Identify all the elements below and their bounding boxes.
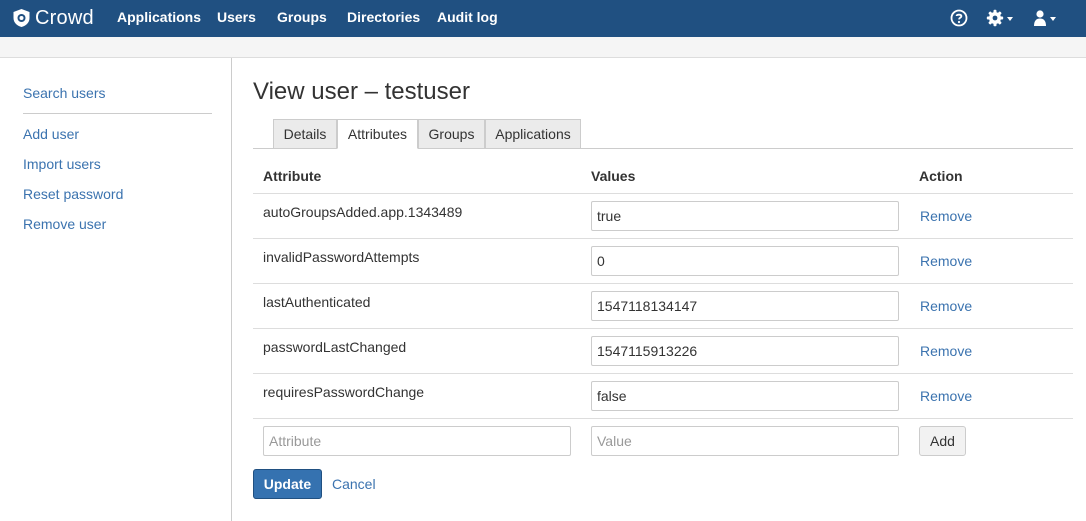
table-divider xyxy=(253,283,1073,284)
top-navigation-bar: Crowd Applications Users Groups Director… xyxy=(0,0,1086,37)
gear-icon xyxy=(986,9,1004,27)
nav-groups[interactable]: Groups xyxy=(277,0,327,37)
help-button[interactable] xyxy=(950,7,968,29)
attribute-name: lastAuthenticated xyxy=(263,294,371,310)
sidebar-item-import-users[interactable]: Import users xyxy=(23,156,101,172)
attribute-value-input[interactable] xyxy=(591,291,899,321)
sidebar-item-remove-user[interactable]: Remove user xyxy=(23,216,106,232)
nav-directories[interactable]: Directories xyxy=(347,0,420,37)
table-divider xyxy=(253,373,1073,374)
attribute-value-input[interactable] xyxy=(591,336,899,366)
tab-applications[interactable]: Applications xyxy=(485,119,581,149)
attribute-name: autoGroupsAdded.app.1343489 xyxy=(263,204,463,220)
column-header-action: Action xyxy=(919,168,963,184)
remove-attribute-link[interactable]: Remove xyxy=(920,208,972,224)
attribute-value-input[interactable] xyxy=(591,201,899,231)
attribute-name: passwordLastChanged xyxy=(263,339,407,355)
attribute-name: requiresPasswordChange xyxy=(263,384,425,400)
add-attribute-button[interactable]: Add xyxy=(919,426,966,456)
sidebar-item-add-user[interactable]: Add user xyxy=(23,126,79,142)
nav-users[interactable]: Users xyxy=(217,0,256,37)
attribute-value-input[interactable] xyxy=(591,381,899,411)
sidebar-divider xyxy=(23,113,212,114)
table-divider xyxy=(253,193,1073,194)
sidebar-item-reset-password[interactable]: Reset password xyxy=(23,186,123,202)
tab-attributes[interactable]: Attributes xyxy=(337,119,418,149)
nav-applications[interactable]: Applications xyxy=(117,0,201,37)
settings-menu-button[interactable] xyxy=(986,7,1013,29)
help-icon xyxy=(950,9,968,27)
cancel-link[interactable]: Cancel xyxy=(332,476,376,492)
table-divider xyxy=(253,328,1073,329)
sidebar-item-search-users[interactable]: Search users xyxy=(23,85,105,101)
tab-groups[interactable]: Groups xyxy=(418,119,485,149)
table-divider xyxy=(253,238,1073,239)
attribute-value-input[interactable] xyxy=(591,246,899,276)
new-attribute-value-input[interactable] xyxy=(591,426,899,456)
column-header-attribute: Attribute xyxy=(263,168,322,184)
attribute-name: invalidPasswordAttempts xyxy=(263,249,420,265)
user-menu-button[interactable] xyxy=(1033,7,1056,29)
update-button[interactable]: Update xyxy=(253,469,322,499)
user-icon xyxy=(1034,10,1046,26)
tab-details[interactable]: Details xyxy=(273,119,337,149)
chevron-down-icon xyxy=(1007,17,1013,21)
new-attribute-name-input[interactable] xyxy=(263,426,571,456)
remove-attribute-link[interactable]: Remove xyxy=(920,298,972,314)
crowd-logo[interactable]: Crowd xyxy=(12,6,94,30)
remove-attribute-link[interactable]: Remove xyxy=(920,388,972,404)
remove-attribute-link[interactable]: Remove xyxy=(920,253,972,269)
app-name: Crowd xyxy=(35,6,94,29)
page-title: View user – testuser xyxy=(253,78,470,105)
column-header-values: Values xyxy=(591,168,636,184)
table-divider xyxy=(253,418,1073,419)
nav-audit-log[interactable]: Audit log xyxy=(437,0,498,37)
remove-attribute-link[interactable]: Remove xyxy=(920,343,972,359)
chevron-down-icon xyxy=(1050,17,1056,21)
sidebar: Search users Add user Import users Reset… xyxy=(0,58,232,521)
crowd-logo-icon xyxy=(13,9,30,27)
sub-header-bar xyxy=(0,37,1086,58)
